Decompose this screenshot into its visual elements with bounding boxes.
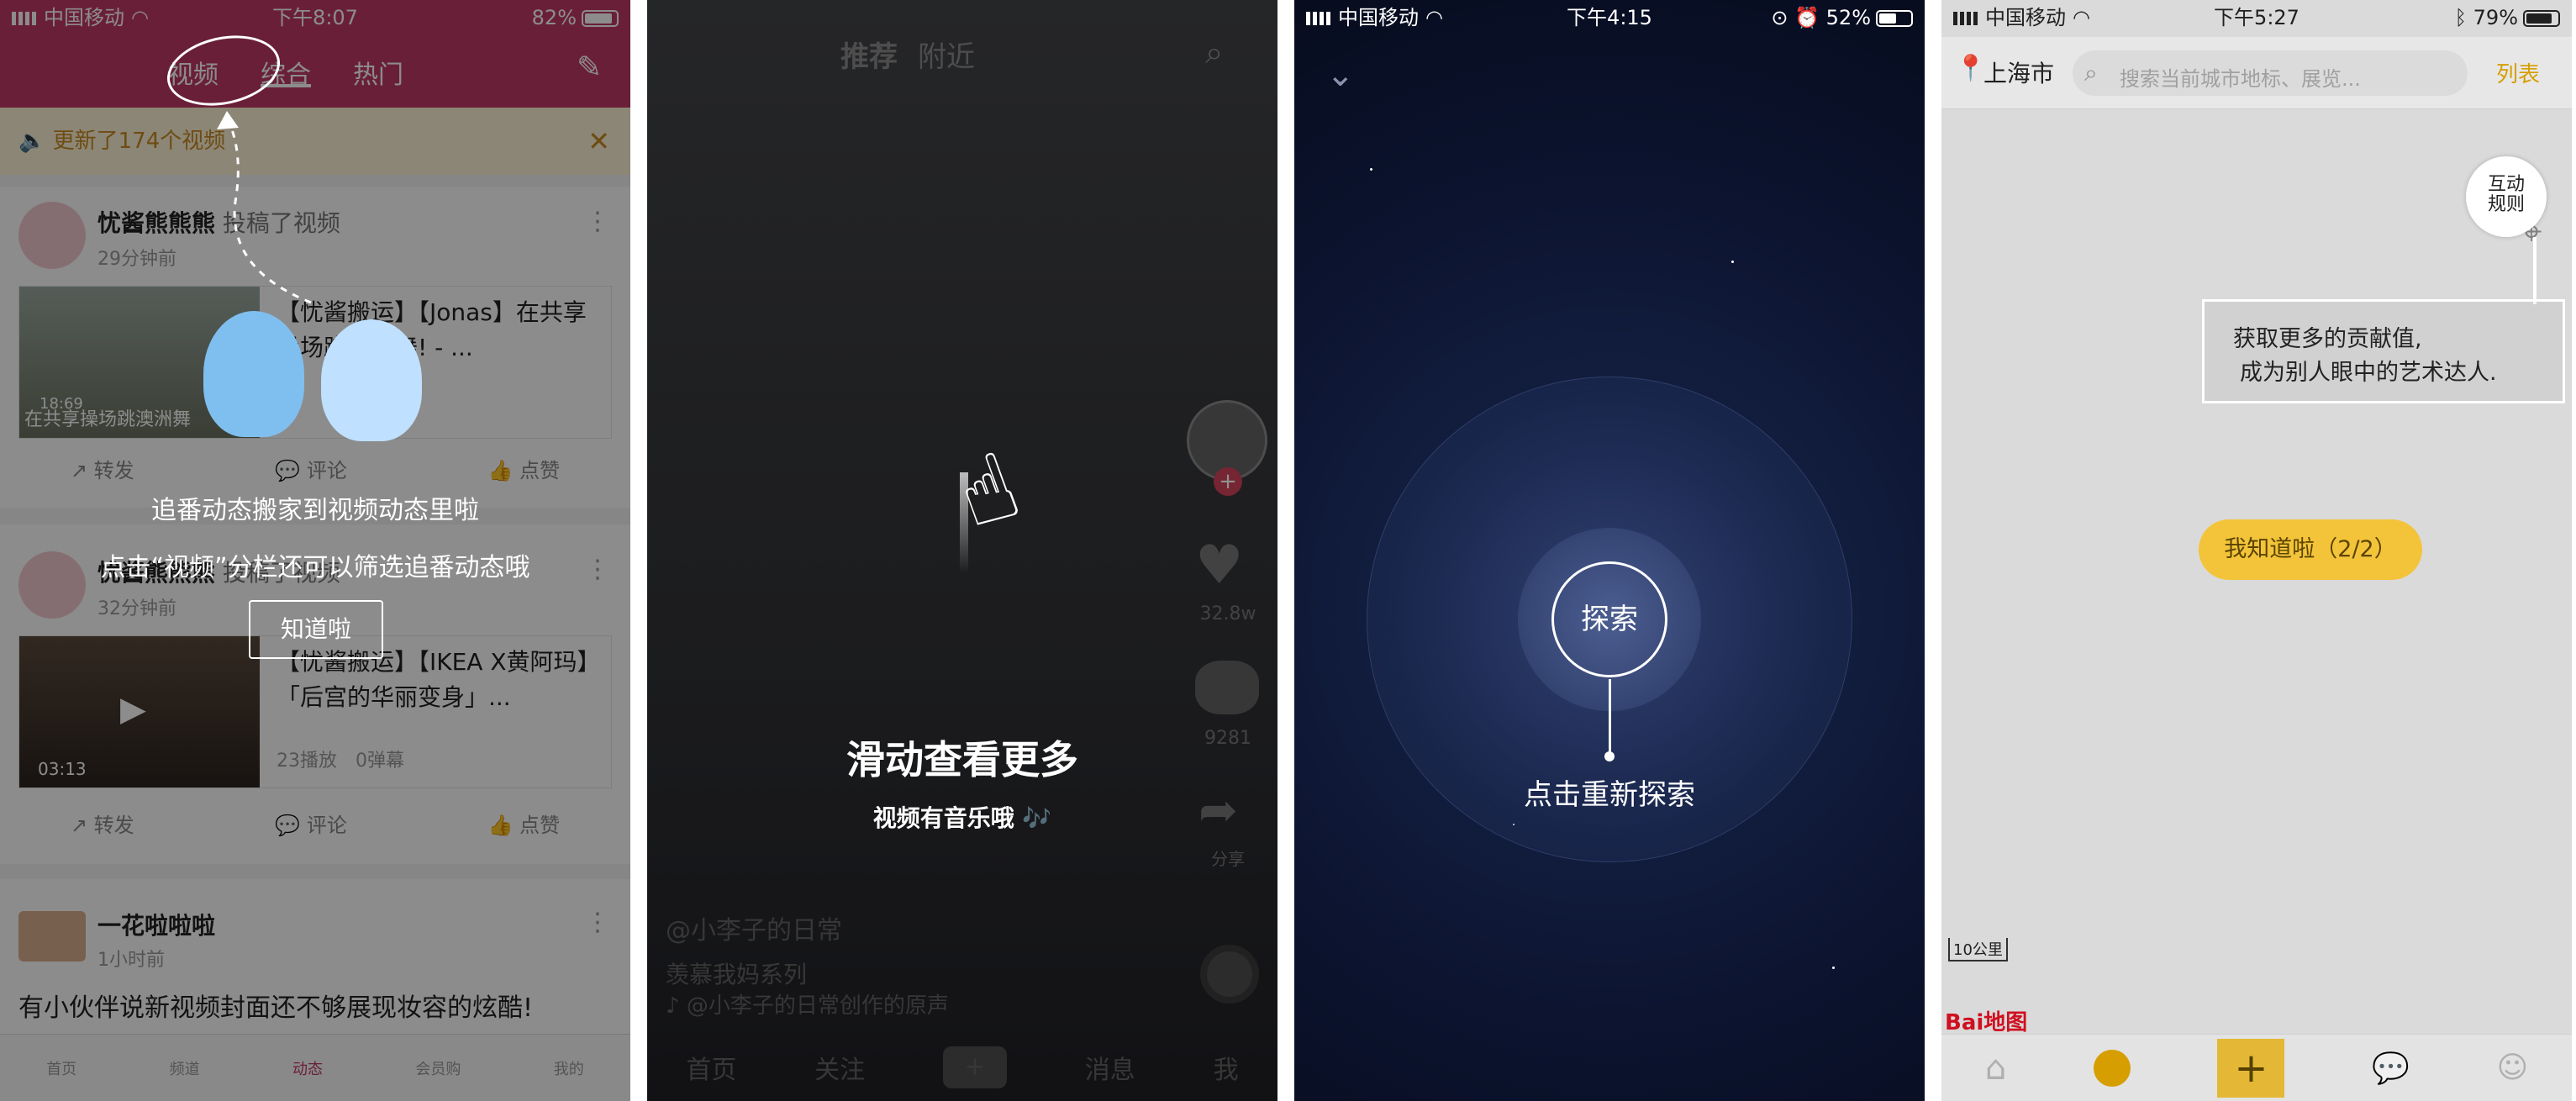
interaction-rules-label-1: 互动 [2487, 174, 2525, 195]
explore-button[interactable]: 探索 [1551, 561, 1667, 677]
interaction-rules-button[interactable]: 互动 规则 [2466, 156, 2547, 237]
interaction-rules-label-2: 规则 [2487, 194, 2525, 215]
star [1731, 261, 1734, 263]
guide-tip-line-2: 成为别人眼中的艺术达人. [2240, 360, 2497, 386]
phone-explore: 中国移动 ◠ 下午4:15 ⊙ ⏰ 52% ⌄ 探索 点击重新探索 [1294, 0, 1925, 1101]
star [1832, 967, 1835, 969]
pointer-dot [1604, 751, 1615, 761]
chevron-down-icon[interactable]: ⌄ [1326, 55, 1355, 94]
pointer-line [2533, 237, 2536, 304]
battery-icon [1876, 10, 1913, 27]
mascot-right [321, 319, 422, 441]
guide-arrow [217, 111, 312, 304]
alarm-icon: ⏰ [1794, 6, 1826, 29]
got-it-button[interactable]: 我知道啦（2/2） [2199, 519, 2422, 580]
lock-rotation-icon: ⊙ [1771, 6, 1795, 29]
mascot-left [203, 311, 304, 437]
star [1370, 168, 1372, 171]
guide-title: 滑动查看更多 [846, 737, 1078, 782]
guide-tip-2: 点击“视频”分栏还可以筛选追番动态哦 [100, 553, 530, 582]
pointer-line [1609, 679, 1611, 755]
guide-tooltip: 获取更多的贡献值, 成为别人眼中的艺术达人. [2202, 299, 2565, 403]
got-it-button[interactable]: 知道啦 [249, 600, 383, 659]
phone-map: 中国移动 ◠ 下午5:27 ᛒ 79% 📍 上海市 ⌕ 搜索当前城市地标、展览..… [1941, 0, 2572, 1101]
guide-subtitle: 视频有音乐哦 🎶 [872, 804, 1052, 832]
phone-short-video: 推荐 附近 ⌕ + ♥ 32.8w 9281 ➦ 分享 @小李子的日常 羡慕我妈… [647, 0, 1277, 1101]
status-bar: 中国移动 ◠ 下午4:15 ⊙ ⏰ 52% [1294, 0, 1925, 35]
battery-label: 52% [1825, 6, 1871, 29]
guide-tip-line-1: 获取更多的贡献值, [2233, 326, 2422, 352]
guide-tip-1: 追番动态搬家到视频动态里啦 [151, 496, 479, 525]
guide-tip: 点击重新探索 [1524, 778, 1695, 812]
phone-bilibili: 中国移动 ◠ 下午8:07 82% 视频 综合 热门 ✎ 🔈 更新了174个视频 … [0, 0, 630, 1101]
mascot-illustration [195, 303, 439, 445]
